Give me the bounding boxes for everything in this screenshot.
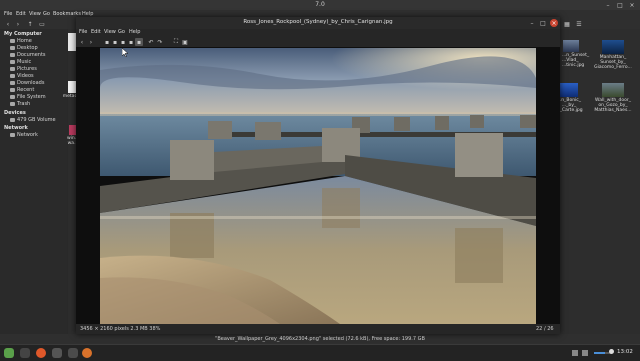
menu-file[interactable]: File: [79, 29, 87, 35]
menu-view[interactable]: View: [29, 11, 41, 17]
sidebar-item-downloads[interactable]: Downloads: [10, 80, 44, 86]
menu-edit[interactable]: Edit: [16, 11, 26, 17]
image-viewer-taskbar-icon[interactable]: [82, 348, 92, 358]
maximize-icon[interactable]: □: [539, 19, 547, 27]
places-sidebar: My Computer Home Desktop Documents Music…: [0, 29, 68, 344]
grid-view-icon[interactable]: ▦: [563, 20, 571, 28]
terminal-icon[interactable]: [52, 348, 62, 358]
menu-help[interactable]: Help: [129, 29, 140, 35]
file-manager-titlebar: 7.0 – □ ×: [0, 0, 640, 10]
close-icon[interactable]: ×: [628, 1, 636, 9]
slideshow-icon[interactable]: ▣: [181, 38, 189, 46]
desktop-icon: [10, 46, 15, 50]
sidebar-item-music[interactable]: Music: [10, 59, 31, 65]
compact-view-icon[interactable]: ☰: [575, 20, 583, 28]
file-thumbnail: [68, 81, 76, 93]
network-tray-icon[interactable]: [572, 350, 578, 356]
music-icon: [10, 60, 15, 64]
sidebar-heading-my-computer: My Computer: [4, 31, 42, 37]
sidebar-item-file-system[interactable]: File System: [10, 94, 46, 100]
network-icon: [10, 133, 15, 137]
sidebar-heading-network: Network: [4, 125, 28, 131]
image-viewer-toolbar: ‹ › ▪ ▪ ▪ ▪ ▪ ↶ ↷ ⛶ ▣: [76, 37, 560, 47]
rotate-right-icon[interactable]: ↷: [156, 38, 164, 46]
image-viewer-statusbar: 3456 × 2160 pixels 2.3 MB 38% 22 / 26: [76, 324, 560, 334]
sidebar-item-trash[interactable]: Trash: [10, 101, 30, 107]
back-icon[interactable]: ‹: [4, 20, 12, 28]
sidebar-item-recent[interactable]: Recent: [10, 87, 34, 93]
bluetooth-tray-icon[interactable]: [582, 350, 588, 356]
selection-status: "Beaver_Wallpaper_Grey_4096x2304.png" se…: [215, 336, 425, 342]
location-toggle-icon[interactable]: ▭: [38, 20, 46, 28]
file-thumbnail: [563, 40, 579, 52]
rotate-left-icon[interactable]: ↶: [147, 38, 155, 46]
image-viewer-window: Ross_Jones_Rockpool_(Sydney)_by_Chris_Ca…: [76, 17, 560, 334]
up-icon[interactable]: ↑: [26, 20, 34, 28]
close-icon[interactable]: ×: [550, 19, 558, 27]
downloads-icon: [10, 81, 15, 85]
pictures-icon: [10, 67, 15, 71]
file-manager-statusbar: "Beaver_Wallpaper_Grey_4096x2304.png" se…: [0, 334, 640, 344]
recent-icon: [10, 88, 15, 92]
drive-icon: [10, 118, 15, 122]
zoom-normal-icon[interactable]: ▪: [127, 38, 135, 46]
best-fit-icon[interactable]: ▪: [135, 38, 143, 46]
image-counter: 22 / 26: [536, 326, 554, 332]
minimize-icon[interactable]: –: [528, 19, 536, 27]
minimize-icon[interactable]: –: [604, 1, 612, 9]
forward-icon[interactable]: ›: [14, 20, 22, 28]
file-manager-title: 7.0: [315, 1, 325, 8]
volume-knob-icon: [609, 349, 614, 354]
files-icon[interactable]: [68, 348, 78, 358]
next-image-icon[interactable]: ›: [87, 38, 95, 46]
fullscreen-icon[interactable]: ⛶: [172, 38, 180, 46]
clock[interactable]: 13:02: [617, 349, 633, 355]
videos-icon: [10, 74, 15, 78]
zoom-in-icon[interactable]: ▪: [111, 38, 119, 46]
menu-view[interactable]: View: [104, 29, 116, 35]
image-viewer-title: Ross_Jones_Rockpool_(Sydney)_by_Chris_Ca…: [243, 19, 393, 25]
zoom-fit-icon[interactable]: ▪: [119, 38, 127, 46]
image-canvas[interactable]: [76, 47, 560, 324]
file-item[interactable]: ...n_Sunset_ ...Vlad_ ...tinic.jpg: [562, 40, 589, 68]
menu-file[interactable]: File: [4, 11, 12, 17]
firefox-icon[interactable]: [36, 348, 46, 358]
image-viewer-titlebar: Ross_Jones_Rockpool_(Sydney)_by_Chris_Ca…: [76, 17, 560, 29]
file-item[interactable]: Wall_with_door_ on_Gozo_by_ Matthias_Nae…: [588, 83, 638, 113]
home-icon: [10, 39, 15, 43]
image-info: 3456 × 2160 pixels 2.3 MB 38%: [80, 326, 161, 332]
menu-go[interactable]: Go: [43, 11, 50, 17]
sidebar-item-home[interactable]: Home: [10, 38, 32, 44]
file-thumbnail: [602, 40, 624, 54]
maximize-icon[interactable]: □: [616, 1, 624, 9]
file-thumbnail: [560, 83, 578, 97]
sidebar-item-pictures[interactable]: Pictures: [10, 66, 37, 72]
menu-edit[interactable]: Edit: [91, 29, 101, 35]
file-item[interactable]: Manhattan_ Sunset_by_ Giacomo_Ferro...: [588, 40, 638, 70]
file-thumbnail: [602, 83, 624, 97]
sidebar-item-volume[interactable]: 479 GB Volume: [10, 117, 56, 123]
rockpool-photo: [100, 48, 536, 324]
image-viewer-menubar: File Edit View Go Help: [76, 29, 560, 37]
mouse-cursor-icon: [122, 48, 128, 57]
show-desktop-icon[interactable]: [20, 348, 30, 358]
menu-icon[interactable]: [4, 348, 14, 358]
taskbar: 13:02: [0, 344, 640, 361]
previous-image-icon[interactable]: ‹: [78, 38, 86, 46]
sidebar-item-network[interactable]: Network: [10, 132, 38, 138]
drive-icon: [10, 95, 15, 99]
sidebar-item-desktop[interactable]: Desktop: [10, 45, 38, 51]
menu-go[interactable]: Go: [118, 29, 125, 35]
sidebar-heading-devices: Devices: [4, 110, 26, 116]
sidebar-item-videos[interactable]: Videos: [10, 73, 34, 79]
documents-icon: [10, 53, 15, 57]
trash-icon: [10, 102, 15, 106]
zoom-out-icon[interactable]: ▪: [103, 38, 111, 46]
sidebar-item-documents[interactable]: Documents: [10, 52, 46, 58]
